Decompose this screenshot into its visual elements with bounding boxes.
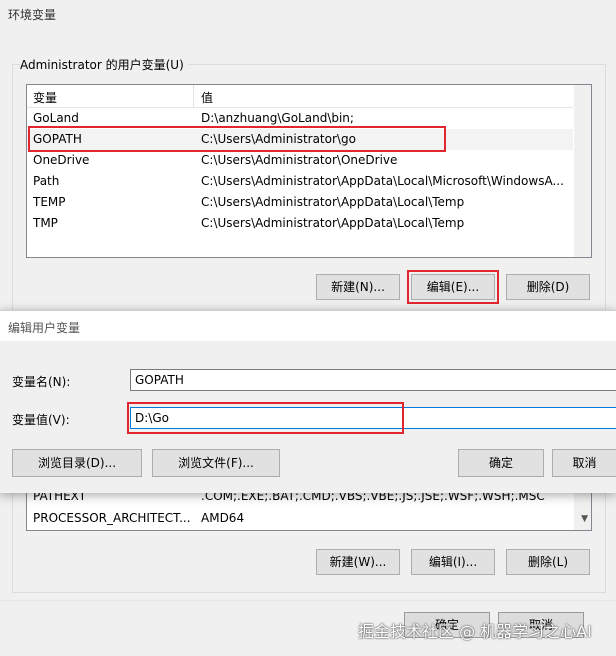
scroll-down-icon[interactable]: ▼ <box>581 514 588 524</box>
var-name: GOPATH <box>33 132 82 146</box>
var-name: TMP <box>33 216 58 230</box>
browse-file-button[interactable]: 浏览文件(F)... <box>152 449 280 477</box>
table-row[interactable]: TEMP C:\Users\Administrator\AppData\Loca… <box>27 192 573 213</box>
table-row[interactable]: PROCESSOR_ARCHITECT... AMD64 <box>27 508 573 529</box>
user-variables-list[interactable]: 变量 值 GoLand D:\anzhuang\GoLand\bin; GOPA… <box>26 84 592 258</box>
dialog-title: 编辑用户变量 <box>8 321 81 335</box>
system-delete-button[interactable]: 删除(L) <box>506 549 590 575</box>
var-value: C:\Users\Administrator\AppData\Local\Mic… <box>201 174 564 188</box>
var-value: C:\Users\Administrator\AppData\Local\Tem… <box>201 216 465 230</box>
var-value: C:\Users\Administrator\go <box>201 132 356 146</box>
var-value: C:\Users\Administrator\OneDrive <box>201 153 398 167</box>
system-edit-button[interactable]: 编辑(I)... <box>411 549 495 575</box>
variable-value-input[interactable]: D:\Go <box>130 407 616 429</box>
var-value: C:\Users\Administrator\AppData\Local\Tem… <box>201 195 465 209</box>
user-new-button[interactable]: 新建(N)... <box>316 274 400 300</box>
user-delete-button[interactable]: 删除(D) <box>506 274 590 300</box>
list-header: 变量 值 <box>27 85 573 108</box>
table-row[interactable]: GoLand D:\anzhuang\GoLand\bin; <box>27 108 573 129</box>
variable-name-label: 变量名(N): <box>12 375 71 389</box>
browse-directory-button[interactable]: 浏览目录(D)... <box>12 449 142 477</box>
table-row[interactable]: TMP C:\Users\Administrator\AppData\Local… <box>27 213 573 234</box>
var-value: D:\anzhuang\GoLand\bin; <box>201 111 354 125</box>
watermark: 掘金技术社区 @ 机器学习之心AI <box>358 622 592 641</box>
var-name: TEMP <box>33 195 66 209</box>
var-name: GoLand <box>33 111 79 125</box>
column-header-name[interactable]: 变量 <box>33 89 57 106</box>
column-divider[interactable] <box>193 85 194 107</box>
system-new-button[interactable]: 新建(W)... <box>316 549 400 575</box>
divider <box>0 600 616 601</box>
table-row[interactable]: OneDrive C:\Users\Administrator\OneDrive <box>27 150 573 171</box>
variable-value-label: 变量值(V): <box>12 413 70 427</box>
edit-user-variable-dialog: 编辑用户变量 变量名(N): GOPATH 变量值(V): D:\Go 浏览目录… <box>0 310 616 493</box>
var-name: OneDrive <box>33 153 90 167</box>
dialog-cancel-button[interactable]: 取消 <box>552 449 616 477</box>
user-edit-button[interactable]: 编辑(E)... <box>411 274 495 300</box>
table-row[interactable]: GOPATH C:\Users\Administrator\go <box>27 129 573 150</box>
dialog-titlebar[interactable]: 编辑用户变量 <box>0 311 616 341</box>
window-title: 环境变量 <box>8 8 57 22</box>
var-value: AMD64 <box>201 511 245 525</box>
var-name: PROCESSOR_ARCHITECT... <box>33 511 191 525</box>
table-row[interactable]: Path C:\Users\Administrator\AppData\Loca… <box>27 171 573 192</box>
var-name: Path <box>33 174 60 188</box>
column-header-value[interactable]: 值 <box>201 89 213 106</box>
variable-name-input[interactable]: GOPATH <box>130 369 616 391</box>
user-variables-group-label: Administrator 的用户变量(U) <box>20 56 188 73</box>
vertical-scrollbar[interactable] <box>574 85 591 257</box>
dialog-ok-button[interactable]: 确定 <box>458 449 544 477</box>
